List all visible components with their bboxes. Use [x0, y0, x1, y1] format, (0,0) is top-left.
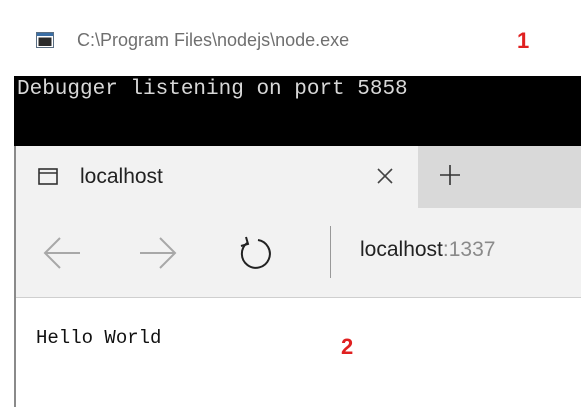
console-window-icon	[36, 32, 54, 48]
console-output-line: Debugger listening on port 5858	[17, 78, 408, 101]
arrow-right-icon[interactable]	[138, 235, 178, 271]
page-icon	[38, 168, 58, 185]
console-title: C:\Program Files\nodejs\node.exe	[77, 30, 350, 50]
arrow-left-icon[interactable]	[42, 235, 82, 271]
address-bar[interactable]: localhost:1337	[360, 238, 495, 262]
page-text: Hello World	[36, 327, 162, 349]
plus-icon[interactable]	[438, 163, 462, 187]
console-title-bar: C:\Program Files\nodejs\node.exe 1	[0, 0, 581, 76]
tab-localhost[interactable]: localhost	[16, 146, 418, 208]
address-host: localhost	[360, 238, 443, 261]
annotation-marker-2: 2	[341, 334, 354, 359]
browser-window: localhost localhost:1337 Hello World	[16, 146, 581, 407]
toolbar-divider	[330, 226, 331, 278]
close-icon[interactable]	[373, 164, 397, 188]
navigation-bar: localhost:1337	[16, 208, 581, 298]
tab-title: localhost	[80, 165, 163, 188]
annotation-marker-1: 1	[517, 28, 530, 53]
page-content: Hello World	[16, 298, 581, 407]
console-output-area[interactable]: Debugger listening on port 5858	[14, 76, 581, 146]
tab-strip: localhost	[16, 146, 581, 208]
refresh-icon[interactable]	[234, 235, 274, 271]
address-port: :1337	[442, 238, 496, 261]
